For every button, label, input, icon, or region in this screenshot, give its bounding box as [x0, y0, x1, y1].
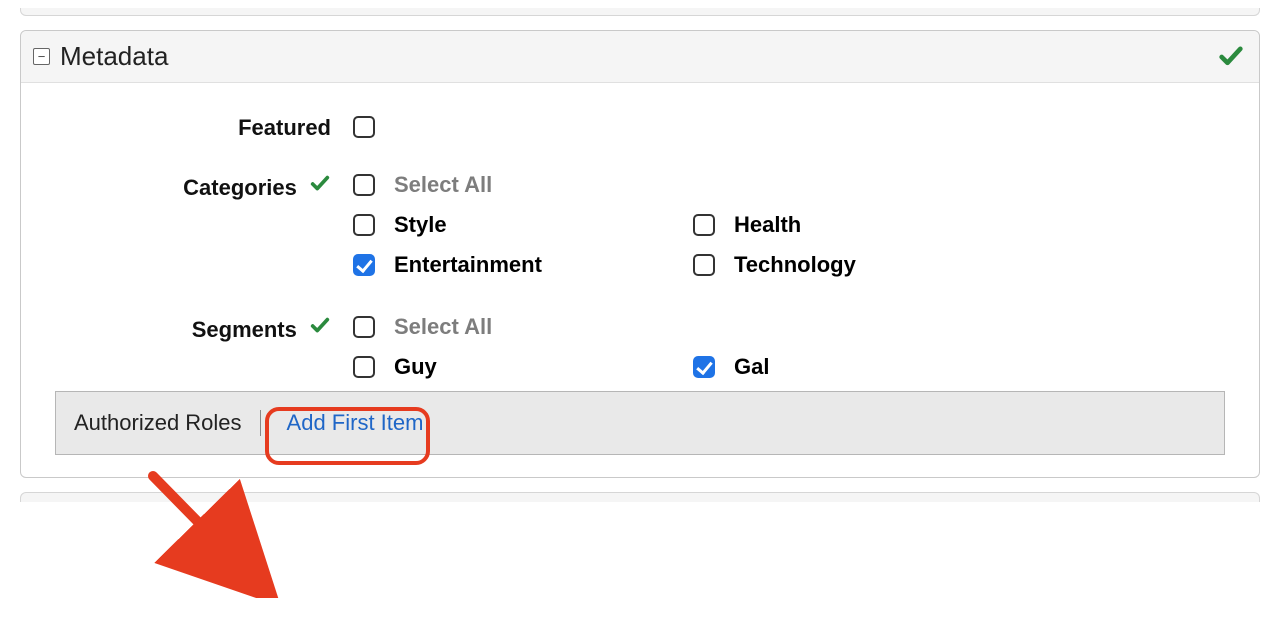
category-option-label: Entertainment — [394, 252, 542, 278]
category-technology-checkbox[interactable] — [693, 254, 715, 276]
categories-valid-check-icon — [309, 173, 331, 195]
segment-option-label: Guy — [394, 354, 437, 380]
category-option-label: Technology — [734, 252, 856, 278]
segment-guy-checkbox[interactable] — [353, 356, 375, 378]
categories-select-all-label: Select All — [394, 172, 492, 198]
category-style-checkbox[interactable] — [353, 214, 375, 236]
add-first-item-link[interactable]: Add First Item — [279, 406, 432, 440]
segments-row: Segments Select All Guy — [49, 313, 1231, 381]
previous-panel-bottom — [20, 8, 1260, 16]
metadata-panel: − Metadata Featured Categories — [20, 30, 1260, 478]
panel-valid-check-icon — [1217, 43, 1245, 71]
category-entertainment-checkbox[interactable] — [353, 254, 375, 276]
segment-option-label: Gal — [734, 354, 769, 380]
category-health-checkbox[interactable] — [693, 214, 715, 236]
featured-row: Featured — [49, 113, 1231, 141]
featured-checkbox[interactable] — [353, 116, 375, 138]
segments-select-all-label: Select All — [394, 314, 492, 340]
segments-valid-check-icon — [309, 315, 331, 337]
next-panel-top — [20, 492, 1260, 502]
featured-label: Featured — [49, 113, 349, 141]
category-option-label: Health — [734, 212, 801, 238]
categories-row: Categories Select All Style — [49, 171, 1231, 279]
segments-select-all-checkbox[interactable] — [353, 316, 375, 338]
authorized-roles-bar: Authorized Roles Add First Item — [55, 391, 1225, 455]
authorized-roles-title: Authorized Roles — [74, 410, 242, 436]
categories-label: Categories — [49, 171, 349, 201]
metadata-panel-header: − Metadata — [21, 31, 1259, 83]
segment-gal-checkbox[interactable] — [693, 356, 715, 378]
vertical-divider — [260, 410, 261, 436]
category-option-label: Style — [394, 212, 447, 238]
panel-title: Metadata — [60, 41, 168, 72]
segments-label: Segments — [49, 313, 349, 343]
annotation-arrow-icon — [141, 468, 281, 603]
panel-body: Featured Categories — [21, 83, 1259, 477]
categories-select-all-checkbox[interactable] — [353, 174, 375, 196]
collapse-toggle[interactable]: − — [33, 48, 50, 65]
